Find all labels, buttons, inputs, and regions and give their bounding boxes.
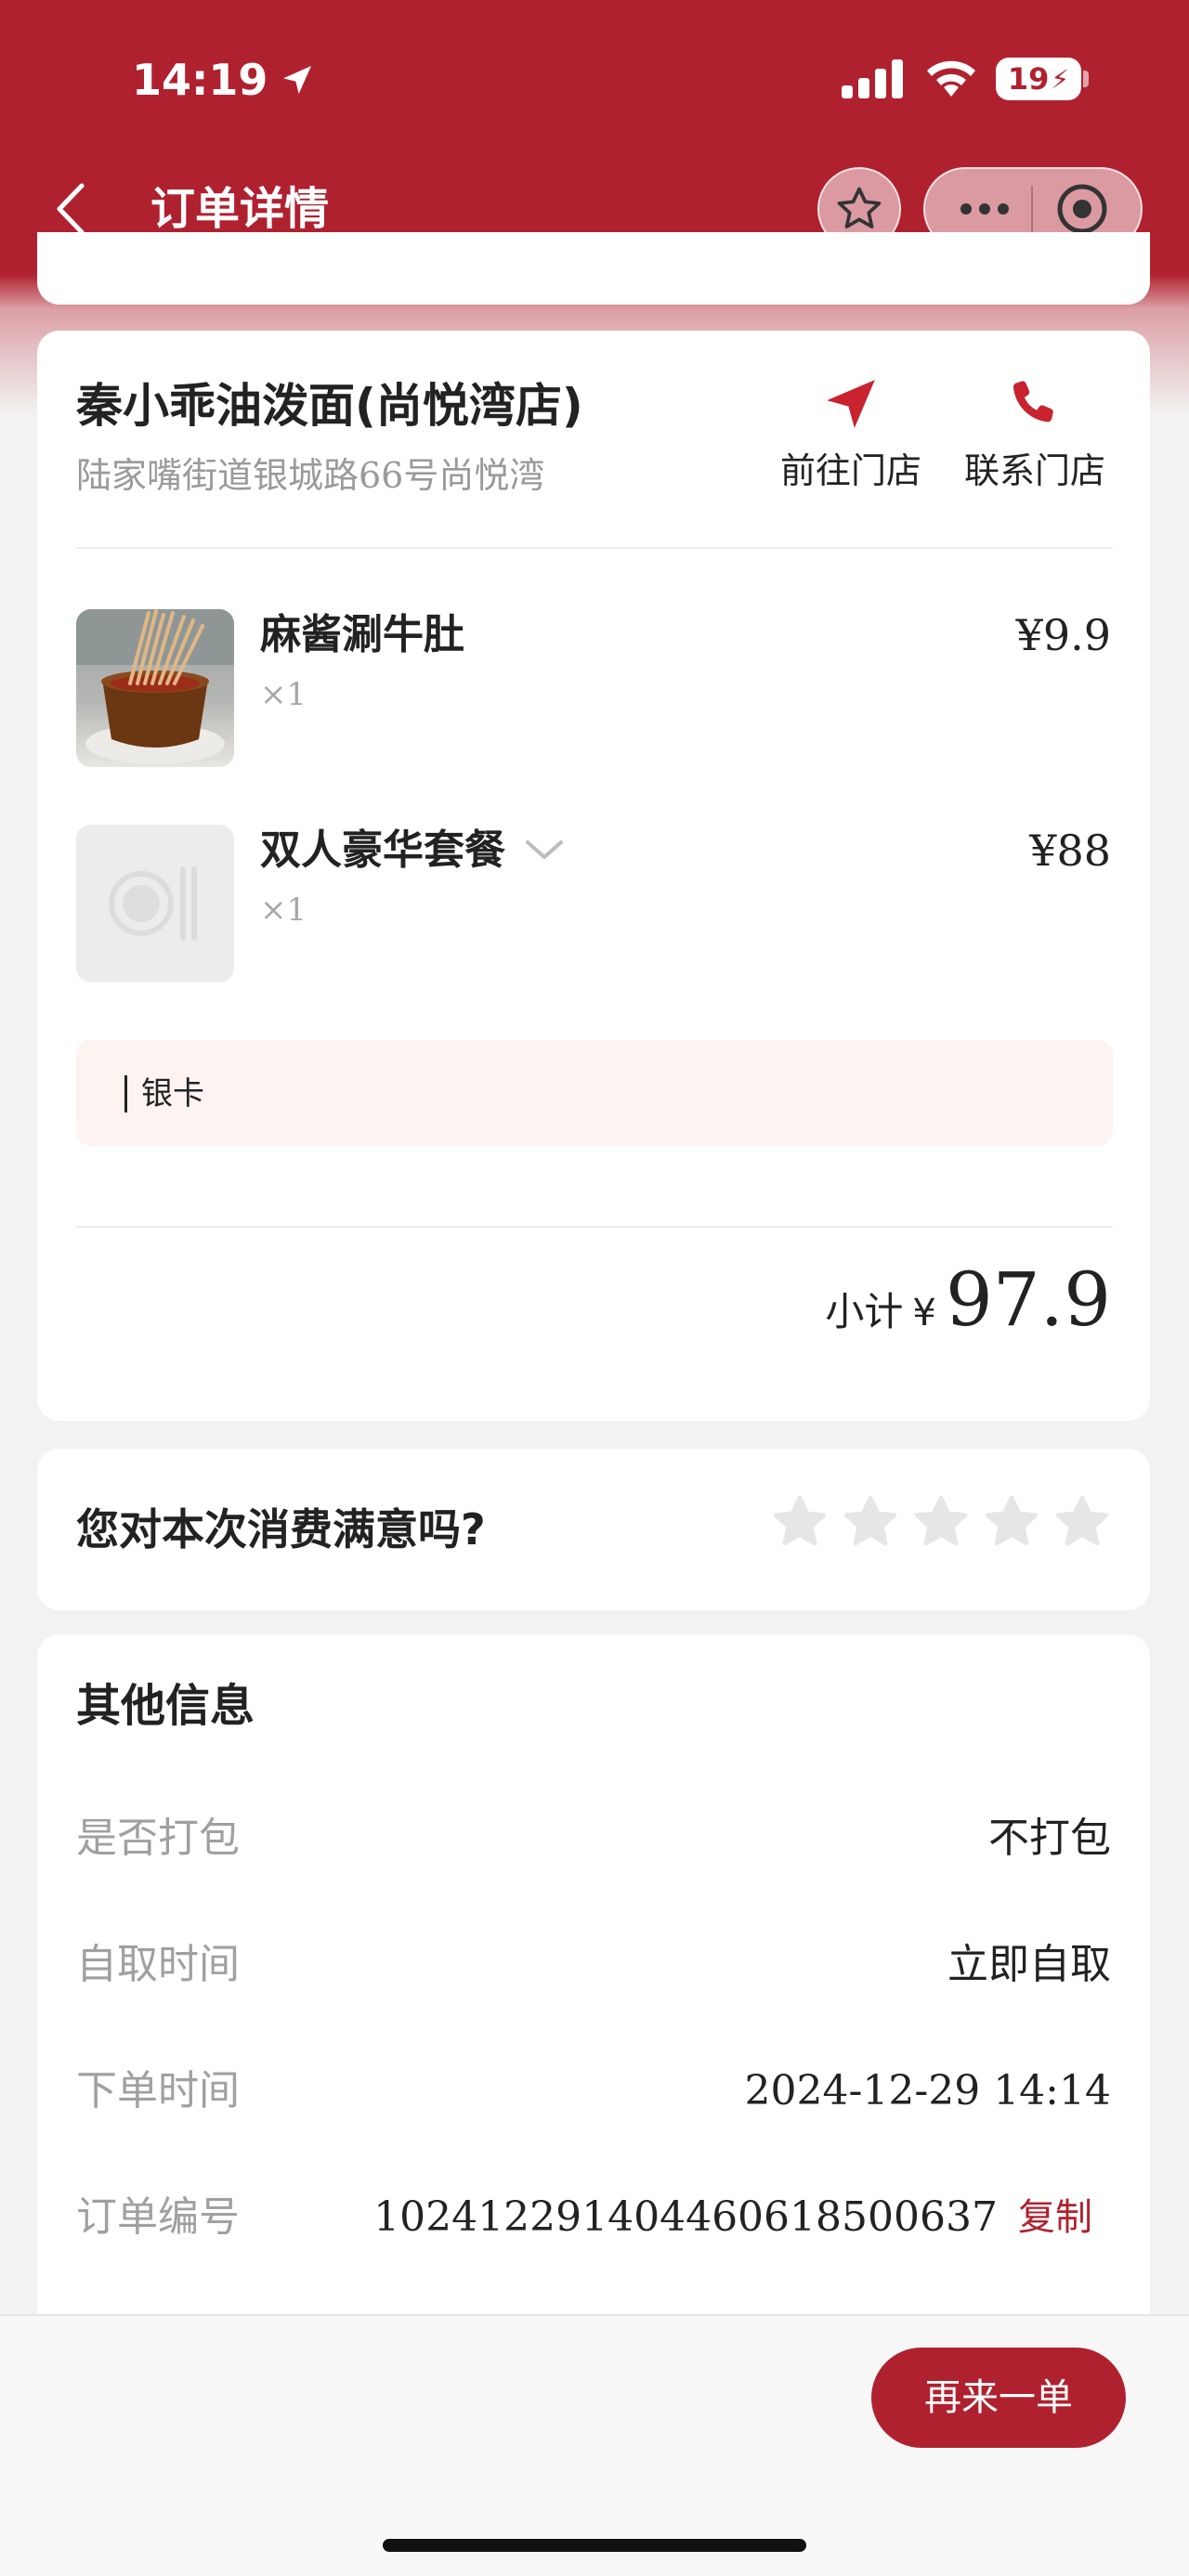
store-name: 秦小乖油泼面(尚悦湾店) <box>76 379 583 433</box>
wifi-icon <box>927 60 975 97</box>
order-time-value: 2024-12-29 14:14 <box>744 2067 1111 2114</box>
rating-star-icon[interactable] <box>769 1491 830 1553</box>
item-image-placeholder[interactable] <box>76 825 234 982</box>
item-quantity: ×1 <box>260 676 307 713</box>
rating-star-icon[interactable] <box>840 1491 901 1553</box>
plate-chopsticks-icon <box>109 866 197 941</box>
order-number-value: 10241229140446061850063​7 <box>373 2193 998 2241</box>
item-name: 麻酱涮牛肚 <box>260 611 464 658</box>
rating-star-icon[interactable] <box>910 1491 972 1553</box>
packing-value: 不打包 <box>988 1815 1111 1862</box>
status-bar-time: 14:19 <box>132 54 316 106</box>
battery-cap <box>1083 71 1089 87</box>
item-price: ¥88 <box>1029 826 1111 876</box>
target-circle-icon <box>1057 184 1107 234</box>
rating-question: 您对本次消费满意吗? <box>76 1504 486 1555</box>
store-divider <box>76 547 1113 549</box>
item-name-combo[interactable]: 双人豪华套餐 <box>260 823 565 878</box>
store-address: 陆家嘴街道银城路66号尚悦湾 <box>76 455 545 496</box>
item-quantity: ×1 <box>260 891 307 929</box>
reorder-button[interactable]: 再来一单 <box>871 2348 1126 2448</box>
food-photo-illustration <box>76 609 234 764</box>
phone-icon <box>1013 381 1053 423</box>
copy-order-number-button[interactable]: 复制 <box>1018 2190 1092 2245</box>
cellular-signal-icon <box>842 59 903 98</box>
subtotal-label: 小计 <box>825 1289 904 1334</box>
subtotal: 小计 ¥ 97.9 <box>825 1254 1111 1347</box>
subtotal-value: 97.9 <box>945 1256 1111 1343</box>
packing-label: 是否打包 <box>76 1815 240 1862</box>
membership-note: 银卡 <box>141 1075 204 1112</box>
subtotal-divider <box>76 1226 1113 1228</box>
navigation-arrow-icon <box>827 380 875 428</box>
rating-stars <box>769 1491 1113 1553</box>
membership-note-box <box>76 1040 1113 1146</box>
chevron-down-icon <box>526 840 563 859</box>
item-image-beef-tripe[interactable] <box>76 609 234 767</box>
order-time-label: 下单时间 <box>76 2067 240 2114</box>
home-indicator <box>383 2539 806 2552</box>
rating-star-icon[interactable] <box>1052 1491 1113 1553</box>
location-arrow-icon <box>283 66 312 94</box>
previous-card-bottom <box>37 232 1150 305</box>
go-to-store-button[interactable]: 前往门店 <box>767 375 934 494</box>
status-time-text: 14:19 <box>132 55 268 105</box>
capsule-divider <box>1031 186 1033 232</box>
item-price: ¥9.9 <box>1015 610 1111 660</box>
battery-level: 19 <box>1007 61 1050 97</box>
close-miniapp-button[interactable] <box>1050 181 1115 237</box>
more-dots-icon <box>960 203 1009 215</box>
note-bar <box>124 1075 127 1112</box>
contact-store-label: 联系门店 <box>963 450 1105 491</box>
more-button[interactable] <box>947 181 1022 237</box>
order-number-label: 订单编号 <box>76 2193 240 2241</box>
subtotal-currency: ¥ <box>912 1292 936 1334</box>
star-outline-icon <box>837 187 882 228</box>
charging-bolt-icon: ⚡ <box>1051 63 1070 95</box>
page-title: 订单详情 <box>150 183 330 235</box>
other-info-title: 其他信息 <box>76 1680 255 1732</box>
rating-star-icon[interactable] <box>981 1491 1042 1553</box>
pickup-time-value: 立即自取 <box>947 1941 1111 1988</box>
contact-store-button[interactable]: 联系门店 <box>951 375 1118 494</box>
battery-indicator: 19 ⚡ <box>996 58 1081 100</box>
pickup-time-label: 自取时间 <box>76 1941 240 1988</box>
go-to-store-label: 前往门店 <box>779 450 921 491</box>
item-name-text: 双人豪华套餐 <box>260 826 505 874</box>
